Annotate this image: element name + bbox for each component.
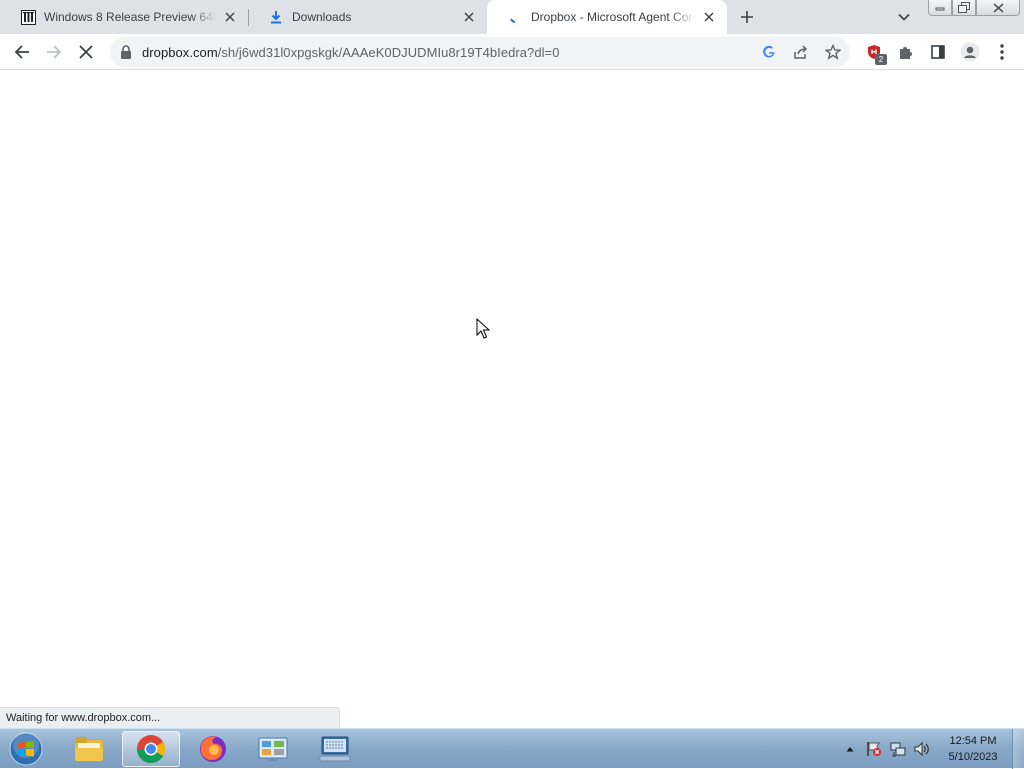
download-icon	[268, 9, 284, 25]
forward-button[interactable]	[42, 40, 66, 64]
tab-title: Downloads	[292, 10, 352, 24]
arrow-left-icon	[14, 45, 29, 59]
share-button[interactable]	[792, 43, 810, 61]
url-path: /sh/j6wd31l0xpgskgk/AAAeK0DJUDMIu8r19T4b…	[217, 45, 560, 60]
address-bar[interactable]: dropbox.com/sh/j6wd31l0xpgskgk/AAAeK0DJU…	[110, 37, 850, 67]
puzzle-icon	[900, 47, 912, 59]
menu-button[interactable]	[990, 40, 1014, 64]
close-icon	[79, 45, 93, 59]
close-window-button[interactable]	[976, 0, 1020, 16]
close-tab-icon[interactable]	[461, 9, 477, 25]
taskbar-chrome[interactable]	[122, 731, 180, 767]
clock-date: 5/10/2023	[948, 751, 998, 763]
taskbar-explorer[interactable]	[60, 731, 118, 767]
star-icon	[825, 44, 841, 60]
taskbar-control-panel[interactable]	[244, 731, 302, 767]
show-desktop-button[interactable]	[1012, 729, 1024, 769]
url-text[interactable]: dropbox.com/sh/j6wd31l0xpgskgk/AAAeK0DJU…	[142, 45, 559, 60]
tray-action-center[interactable]	[864, 729, 884, 769]
tray-network[interactable]	[888, 729, 908, 769]
chevron-down-icon	[898, 13, 910, 21]
page-content	[0, 71, 1024, 728]
status-bubble: Waiting for www.dropbox.com...	[0, 707, 340, 728]
bookmark-button[interactable]	[824, 43, 842, 61]
network-icon	[890, 742, 906, 757]
start-button[interactable]	[6, 730, 46, 768]
restore-button[interactable]	[952, 0, 976, 16]
new-tab-button[interactable]	[736, 6, 758, 28]
show-hidden-icons-button[interactable]	[842, 729, 858, 769]
close-tab-icon[interactable]	[222, 9, 238, 25]
keyboard-icon	[319, 736, 351, 762]
speaker-icon	[914, 741, 929, 757]
arrow-right-icon	[47, 45, 62, 59]
browser-toolbar: dropbox.com/sh/j6wd31l0xpgskgk/AAAeK0DJU…	[0, 34, 1024, 70]
google-translate-button[interactable]	[760, 43, 778, 61]
tab-title: Windows 8 Release Preview 64bit	[44, 10, 216, 24]
taskbar-firefox[interactable]	[184, 731, 242, 767]
close-tab-icon[interactable]	[701, 9, 717, 25]
back-button[interactable]	[10, 40, 34, 64]
tab-search-button[interactable]	[894, 8, 914, 26]
share-icon	[794, 45, 808, 59]
tab-strip: Windows 8 Release Preview 64bit Download…	[0, 0, 1024, 34]
action-center-flag-icon	[867, 742, 881, 756]
minimize-icon	[935, 7, 945, 10]
library-icon	[20, 9, 36, 25]
kebab-menu-icon	[1000, 44, 1004, 60]
tab-windows8-preview[interactable]: Windows 8 Release Preview 64bit	[0, 0, 248, 34]
lock-icon[interactable]	[120, 45, 132, 59]
minimize-button[interactable]	[928, 0, 952, 16]
profile-button[interactable]	[958, 40, 982, 64]
windows-orb-icon	[9, 732, 43, 766]
tab-downloads[interactable]: Downloads	[248, 0, 487, 34]
plus-icon	[741, 11, 753, 23]
google-g-icon	[763, 45, 775, 58]
restore-icon	[958, 2, 970, 13]
taskbar-keyboard[interactable]	[306, 731, 364, 767]
side-panel-button[interactable]	[926, 40, 950, 64]
avatar-icon	[960, 42, 980, 62]
tray-volume[interactable]	[912, 729, 932, 769]
close-icon	[992, 2, 1004, 13]
chrome-icon	[137, 735, 165, 763]
loading-spinner-icon	[507, 9, 523, 25]
tab-title: Dropbox - Microsoft Agent Core	[531, 10, 695, 24]
control-panel-icon	[258, 737, 288, 761]
chevron-up-icon	[846, 747, 854, 752]
side-panel-icon	[931, 45, 945, 59]
extension-badge: 2	[875, 54, 887, 65]
clock-time: 12:54 PM	[949, 735, 997, 747]
tab-dropbox[interactable]: Dropbox - Microsoft Agent Core	[487, 0, 727, 34]
stop-loading-button[interactable]	[74, 40, 98, 64]
folder-icon	[75, 737, 103, 761]
url-host: dropbox.com	[142, 45, 218, 60]
extensions-button[interactable]	[894, 40, 918, 64]
windows-taskbar: 12:54 PM 5/10/2023	[0, 728, 1024, 769]
taskbar-clock[interactable]: 12:54 PM 5/10/2023	[936, 733, 1010, 765]
firefox-icon	[200, 736, 226, 762]
mouse-cursor-icon	[476, 318, 490, 339]
